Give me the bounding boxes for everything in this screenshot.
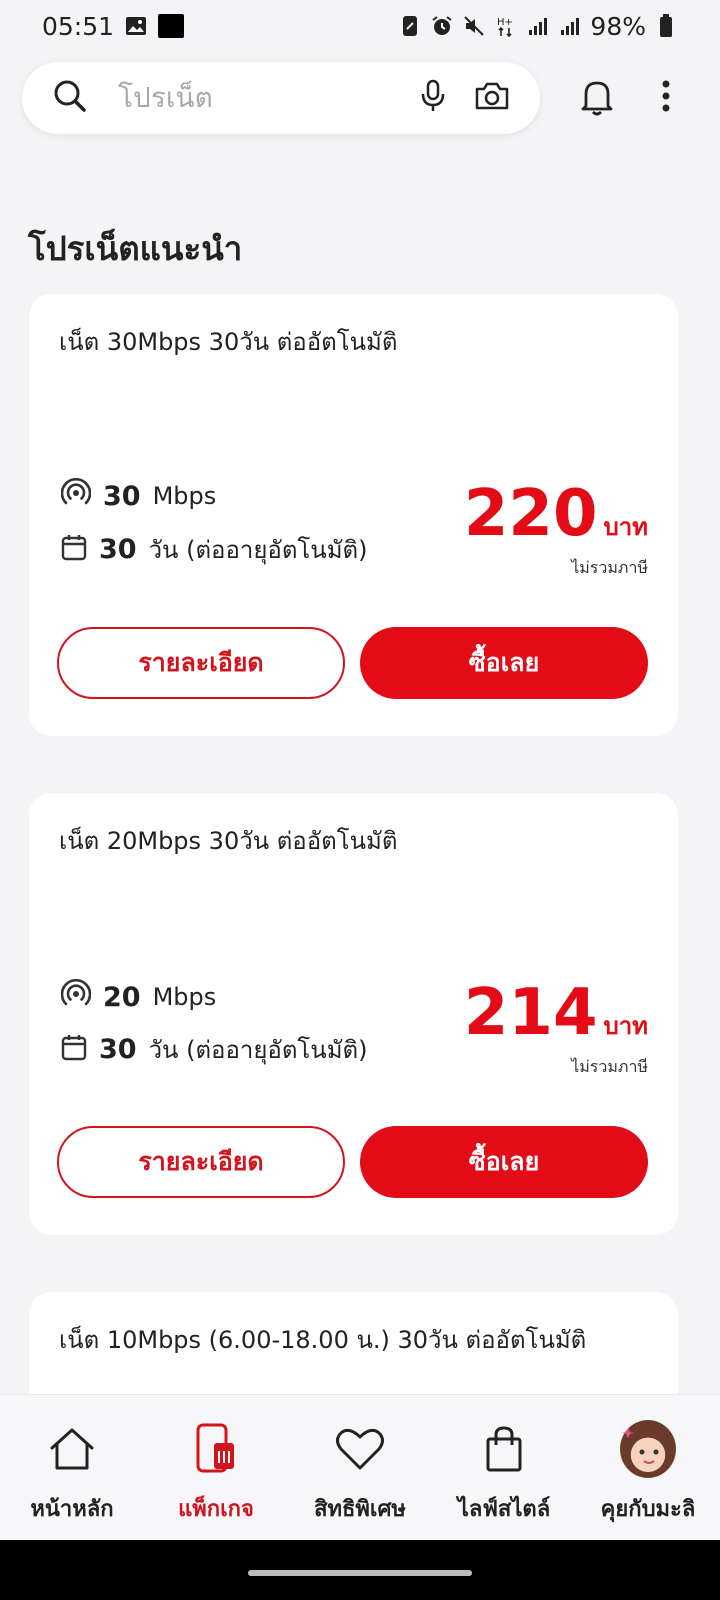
section-title: โปรเน็ตแนะนำ — [28, 229, 243, 268]
package-icon — [188, 1421, 244, 1477]
speed-unit: Mbps — [152, 983, 217, 1011]
days-text: วัน (ต่ออายุอัตโนมัติ) — [148, 1036, 368, 1064]
bell-icon[interactable] — [580, 78, 614, 116]
heart-icon — [332, 1421, 388, 1477]
price-value: 214 — [463, 976, 598, 1050]
nav-item-package[interactable]: แพ็กเกจ — [144, 1395, 288, 1540]
price-value: 220 — [463, 477, 598, 551]
buy-now-button[interactable]: ซื้อเลย — [360, 1126, 648, 1198]
nav-label: แพ็กเกจ — [178, 1497, 254, 1522]
calendar-icon — [61, 1033, 87, 1067]
calendar-icon — [61, 533, 87, 567]
data-hplus-icon: H+ — [494, 14, 518, 38]
duration-spec: 30 วัน (ต่ออายุอัตโนมัติ) — [61, 1030, 367, 1069]
details-button[interactable]: รายละเอียด — [57, 627, 345, 699]
wifi-signal-icon — [60, 978, 92, 1015]
nav-label: คุยกับมะลิ — [600, 1497, 696, 1522]
status-bar: 05:51 H+ 98% — [0, 0, 720, 52]
days-value: 30 — [99, 1034, 137, 1065]
shopping-bag-icon — [476, 1421, 532, 1477]
battery-percent: 98% — [590, 11, 646, 41]
nav-item-home[interactable]: หน้าหลัก — [0, 1395, 144, 1540]
search-input[interactable]: โปรเน็ต — [118, 76, 420, 120]
signal-icon — [558, 14, 582, 38]
nav-label: ไลฟ์สไตล์ — [457, 1497, 551, 1522]
speed-value: 20 — [103, 981, 141, 1013]
speed-unit: Mbps — [152, 482, 217, 510]
package-card: เน็ต 20Mbps 30วัน ต่ออัตโนมัติ 20 Mbps 3… — [29, 793, 678, 1235]
microphone-icon[interactable] — [420, 79, 446, 117]
more-options-icon[interactable] — [660, 78, 672, 114]
avatar — [620, 1420, 676, 1478]
home-gesture-handle[interactable] — [248, 1570, 472, 1576]
search-bar[interactable]: โปรเน็ต — [22, 62, 540, 134]
gallery-icon — [124, 14, 148, 38]
package-card: เน็ต 30Mbps 30วัน ต่ออัตโนมัติ 30 Mbps 3… — [29, 294, 678, 736]
price-currency: บาท — [603, 1012, 648, 1040]
svg-text:H+: H+ — [497, 17, 513, 28]
mute-icon — [462, 14, 486, 38]
speed-spec: 30 Mbps — [60, 477, 217, 514]
notification-thumbnail-icon — [158, 14, 185, 38]
wifi-signal-icon — [60, 477, 92, 514]
home-icon — [44, 1421, 100, 1477]
package-title: เน็ต 10Mbps (6.00-18.00 น.) 30วัน ต่ออัต… — [59, 1326, 587, 1354]
bottom-navigation: หน้าหลัก แพ็กเกจ สิทธิพิเศษ ไลฟ์สไตล์ คุ… — [0, 1394, 720, 1540]
search-icon[interactable] — [52, 78, 88, 118]
nav-label: สิทธิพิเศษ — [314, 1497, 406, 1522]
price-block: 214 บาท ไม่รวมภาษี — [464, 981, 648, 1080]
buy-now-button[interactable]: ซื้อเลย — [360, 627, 648, 699]
alarm-icon — [430, 14, 454, 38]
nav-item-privileges[interactable]: สิทธิพิเศษ — [288, 1395, 432, 1540]
package-title: เน็ต 30Mbps 30วัน ต่ออัตโนมัติ — [59, 328, 398, 356]
duration-spec: 30 วัน (ต่ออายุอัตโนมัติ) — [61, 530, 367, 569]
status-time: 05:51 — [42, 11, 115, 41]
signal-icon — [526, 14, 550, 38]
nav-item-lifestyle[interactable]: ไลฟ์สไตล์ — [432, 1395, 576, 1540]
tax-note: ไม่รวมภาษี — [571, 1057, 648, 1076]
speed-spec: 20 Mbps — [60, 978, 217, 1015]
days-value: 30 — [99, 534, 137, 565]
package-title: เน็ต 20Mbps 30วัน ต่ออัตโนมัติ — [59, 827, 398, 855]
nav-item-chat-mali[interactable]: คุยกับมะลิ — [576, 1395, 720, 1540]
avatar-icon — [620, 1420, 676, 1478]
days-text: วัน (ต่ออายุอัตโนมัติ) — [148, 536, 368, 564]
price-block: 220 บาท ไม่รวมภาษี — [464, 482, 648, 581]
nav-label: หน้าหลัก — [30, 1497, 114, 1522]
details-button[interactable]: รายละเอียด — [57, 1126, 345, 1198]
nfc-icon — [398, 14, 422, 38]
camera-icon[interactable] — [474, 80, 510, 116]
tax-note: ไม่รวมภาษี — [571, 558, 648, 577]
price-currency: บาท — [603, 513, 648, 541]
battery-icon — [654, 14, 678, 38]
speed-value: 30 — [103, 480, 141, 512]
